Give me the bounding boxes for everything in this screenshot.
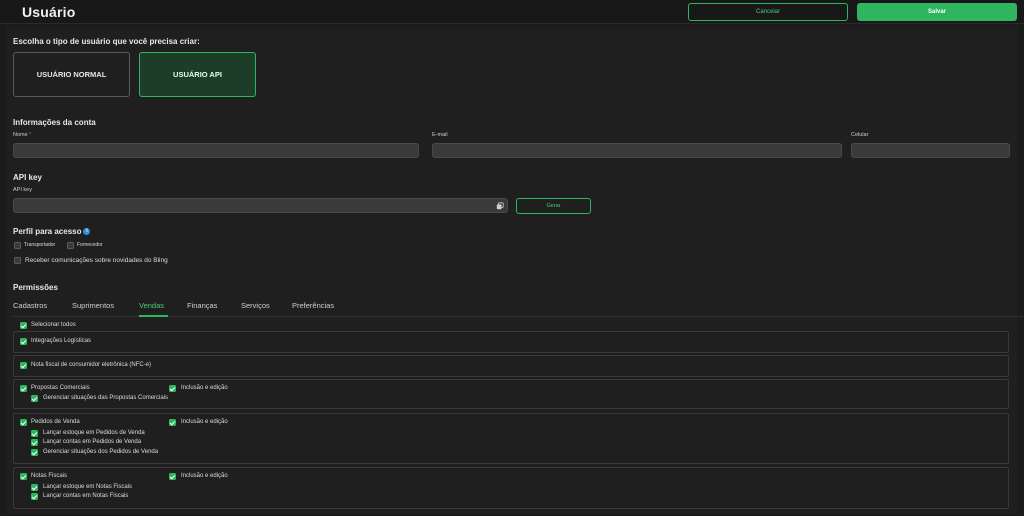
checkbox-pedidos[interactable]	[20, 419, 27, 426]
email-input[interactable]	[432, 143, 842, 158]
checkbox-nfce[interactable]	[20, 362, 27, 369]
checkbox-pedidos-contas[interactable]	[31, 439, 38, 446]
propostas-situacoes-label: Gerenciar situações das Propostas Comerc…	[43, 395, 169, 401]
notas-label: Notas Fiscais	[31, 473, 68, 479]
integracoes-label: Integrações Logísticas	[31, 338, 92, 344]
propostas-inclusao-label: Inclusão e edição	[181, 385, 228, 391]
save-button[interactable]: Salvar	[857, 3, 1017, 21]
notas-contas-label: Lançar contas em Notas Fiscais	[43, 493, 129, 499]
phone-input[interactable]	[851, 143, 1010, 158]
pedidos-contas-label: Lançar contas em Pedidos de Venda	[43, 439, 142, 445]
checkbox-transportador-label: Transportador	[24, 242, 56, 248]
generate-api-key-button[interactable]: Gerar	[516, 198, 591, 214]
checkbox-notas-estoque[interactable]	[31, 484, 38, 491]
name-label-text: Nome	[13, 132, 28, 138]
top-bar: Usuário Cancelar Salvar	[0, 0, 1024, 24]
pedidos-inclusao-label: Inclusão e edição	[181, 419, 228, 425]
profile-heading: Perfil para acesso i	[13, 227, 91, 236]
tab-servicos[interactable]: Serviços	[241, 301, 270, 310]
checkbox-transportador[interactable]	[14, 242, 21, 249]
permission-group-pedidos	[13, 413, 1009, 464]
pedidos-situacoes-label: Gerenciar situações dos Pedidos de Venda	[43, 449, 159, 455]
checkbox-pedidos-estoque[interactable]	[31, 430, 38, 437]
checkbox-integracoes[interactable]	[20, 338, 27, 345]
checkbox-pedidos-situacoes[interactable]	[31, 449, 38, 456]
select-all-label: Selecionar todos	[31, 322, 76, 328]
checkbox-select-all[interactable]	[20, 322, 27, 329]
checkbox-notas-inclusao[interactable]	[169, 473, 176, 480]
phone-label: Celular	[851, 132, 869, 138]
active-tab-indicator	[139, 315, 168, 317]
notas-estoque-label: Lançar estoque em Notas Fiscais	[43, 484, 133, 490]
email-label: E-mail	[432, 132, 448, 138]
user-type-api-card[interactable]: USUÁRIO API	[139, 52, 256, 97]
api-key-label: API key	[13, 187, 32, 193]
checkbox-propostas-situacoes[interactable]	[31, 395, 38, 402]
checkbox-notas-contas[interactable]	[31, 493, 38, 500]
permission-group-integracoes	[13, 331, 1009, 353]
nfce-label: Nota fiscal de consumidor eletrônica (NF…	[31, 362, 152, 368]
name-label: Nome *	[13, 132, 31, 138]
copy-icon[interactable]	[496, 202, 504, 210]
checkbox-propostas[interactable]	[20, 385, 27, 392]
permissions-heading: Permissões	[13, 283, 58, 292]
checkbox-notas[interactable]	[20, 473, 27, 480]
page-title: Usuário	[22, 4, 76, 20]
required-mark: *	[29, 132, 32, 138]
api-key-heading: API key	[13, 173, 42, 182]
tab-suprimentos[interactable]: Suprimentos	[72, 301, 114, 310]
propostas-label: Propostas Comerciais	[31, 385, 90, 391]
checkbox-fornecedor-label: Fornecedor	[77, 242, 103, 248]
user-type-normal-card[interactable]: USUÁRIO NORMAL	[13, 52, 130, 97]
user-type-prompt: Escolha o tipo de usuário que você preci…	[13, 37, 200, 46]
checkbox-pedidos-inclusao[interactable]	[169, 419, 176, 426]
permission-group-propostas	[13, 379, 1009, 409]
tab-vendas[interactable]: Vendas	[139, 301, 164, 310]
checkbox-propostas-inclusao[interactable]	[169, 385, 176, 392]
checkbox-newsletter-label: Receber comunicações sobre novidades do …	[25, 257, 168, 264]
checkbox-newsletter[interactable]	[14, 257, 21, 264]
account-heading: Informações da conta	[13, 118, 96, 127]
permission-group-notas	[13, 467, 1009, 509]
api-key-input[interactable]	[13, 198, 508, 213]
pedidos-label: Pedidos de Venda	[31, 419, 80, 425]
name-input[interactable]	[13, 143, 419, 158]
notas-inclusao-label: Inclusão e edição	[181, 473, 228, 479]
permission-group-nfce	[13, 355, 1009, 377]
pedidos-estoque-label: Lançar estoque em Pedidos de Venda	[43, 430, 145, 436]
checkbox-fornecedor[interactable]	[67, 242, 74, 249]
info-icon[interactable]: i	[83, 228, 91, 236]
tab-cadastros[interactable]: Cadastros	[13, 301, 47, 310]
tab-financas[interactable]: Finanças	[187, 301, 217, 310]
tab-preferencias[interactable]: Preferências	[292, 301, 334, 310]
cancel-button[interactable]: Cancelar	[688, 3, 848, 21]
profile-heading-text: Perfil para acesso	[13, 227, 82, 236]
